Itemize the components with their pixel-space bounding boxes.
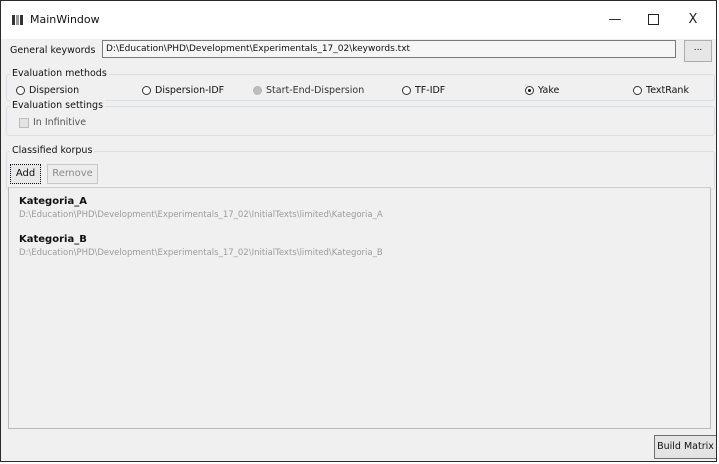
add-button[interactable]: Add	[10, 164, 41, 184]
radio-yake-indicator	[525, 86, 534, 95]
in-infinitive-checkbox[interactable]: In Infinitive	[19, 117, 86, 128]
list-item-path: D:\Education\PHD\Development\Experimenta…	[19, 210, 383, 220]
in-infinitive-checkbox-box	[19, 117, 29, 128]
korpus-list[interactable]: Kategoria_A D:\Education\PHD\Development…	[8, 187, 711, 429]
title-bar[interactable]: MainWindow — X	[1, 1, 716, 39]
keywords-row: General keywords D:\Education\PHD\Develo…	[1, 39, 716, 62]
radio-tf-idf[interactable]: TF-IDF	[402, 85, 445, 96]
radio-dispersion-idf[interactable]: Dispersion-IDF	[142, 85, 224, 96]
radio-dispersion-indicator	[16, 86, 25, 95]
app-icon	[12, 15, 24, 25]
radio-textrank-label: TextRank	[646, 85, 689, 96]
list-item-name: Kategoria_B	[19, 234, 87, 245]
browse-button[interactable]: ...	[684, 40, 712, 62]
radio-dispersion-label: Dispersion	[29, 85, 80, 96]
maximize-button[interactable]	[638, 10, 668, 30]
remove-button: Remove	[47, 164, 98, 184]
list-item[interactable]: Kategoria_B D:\Education\PHD\Development…	[19, 234, 383, 258]
maximize-icon	[647, 14, 659, 25]
radio-dispersion-idf-indicator	[142, 86, 151, 95]
radio-start-end-dispersion: Start-End-Dispersion	[253, 85, 364, 96]
radio-yake[interactable]: Yake	[525, 85, 559, 96]
radio-dispersion[interactable]: Dispersion	[16, 85, 79, 96]
minimize-icon: —	[608, 12, 622, 27]
close-icon: X	[688, 12, 698, 27]
radio-textrank[interactable]: TextRank	[633, 85, 689, 96]
radio-textrank-indicator	[633, 86, 642, 95]
radio-start-end-dispersion-label: Start-End-Dispersion	[266, 85, 365, 96]
list-item-name: Kategoria_A	[19, 196, 87, 207]
in-infinitive-label: In Infinitive	[33, 117, 87, 128]
list-item[interactable]: Kategoria_A D:\Education\PHD\Development…	[19, 196, 383, 220]
evaluation-settings-legend: Evaluation settings	[10, 100, 106, 111]
evaluation-settings-group: Evaluation settings In Infinitive	[6, 100, 715, 136]
keywords-label: General keywords	[10, 45, 96, 56]
radio-tf-idf-indicator	[402, 86, 411, 95]
main-window: MainWindow — X General keywords D:\Educa…	[0, 0, 717, 462]
evaluation-methods-group: Evaluation methods Dispersion Dispersion…	[6, 68, 715, 101]
radio-start-end-dispersion-indicator	[253, 86, 262, 95]
minimize-button[interactable]: —	[600, 10, 630, 30]
keywords-path-field[interactable]: D:\Education\PHD\Development\Experimenta…	[102, 40, 676, 58]
radio-dispersion-idf-label: Dispersion-IDF	[155, 85, 225, 96]
window-title: MainWindow	[30, 13, 100, 26]
close-button[interactable]: X	[678, 10, 708, 30]
radio-tf-idf-label: TF-IDF	[415, 85, 446, 96]
classified-korpus-group: Classified korpus	[6, 145, 715, 190]
classified-korpus-legend: Classified korpus	[10, 145, 95, 156]
list-item-path: D:\Education\PHD\Development\Experimenta…	[19, 248, 383, 258]
build-matrix-button[interactable]: Build Matrix	[654, 435, 716, 459]
evaluation-methods-legend: Evaluation methods	[10, 68, 109, 79]
radio-yake-label: Yake	[538, 85, 560, 96]
